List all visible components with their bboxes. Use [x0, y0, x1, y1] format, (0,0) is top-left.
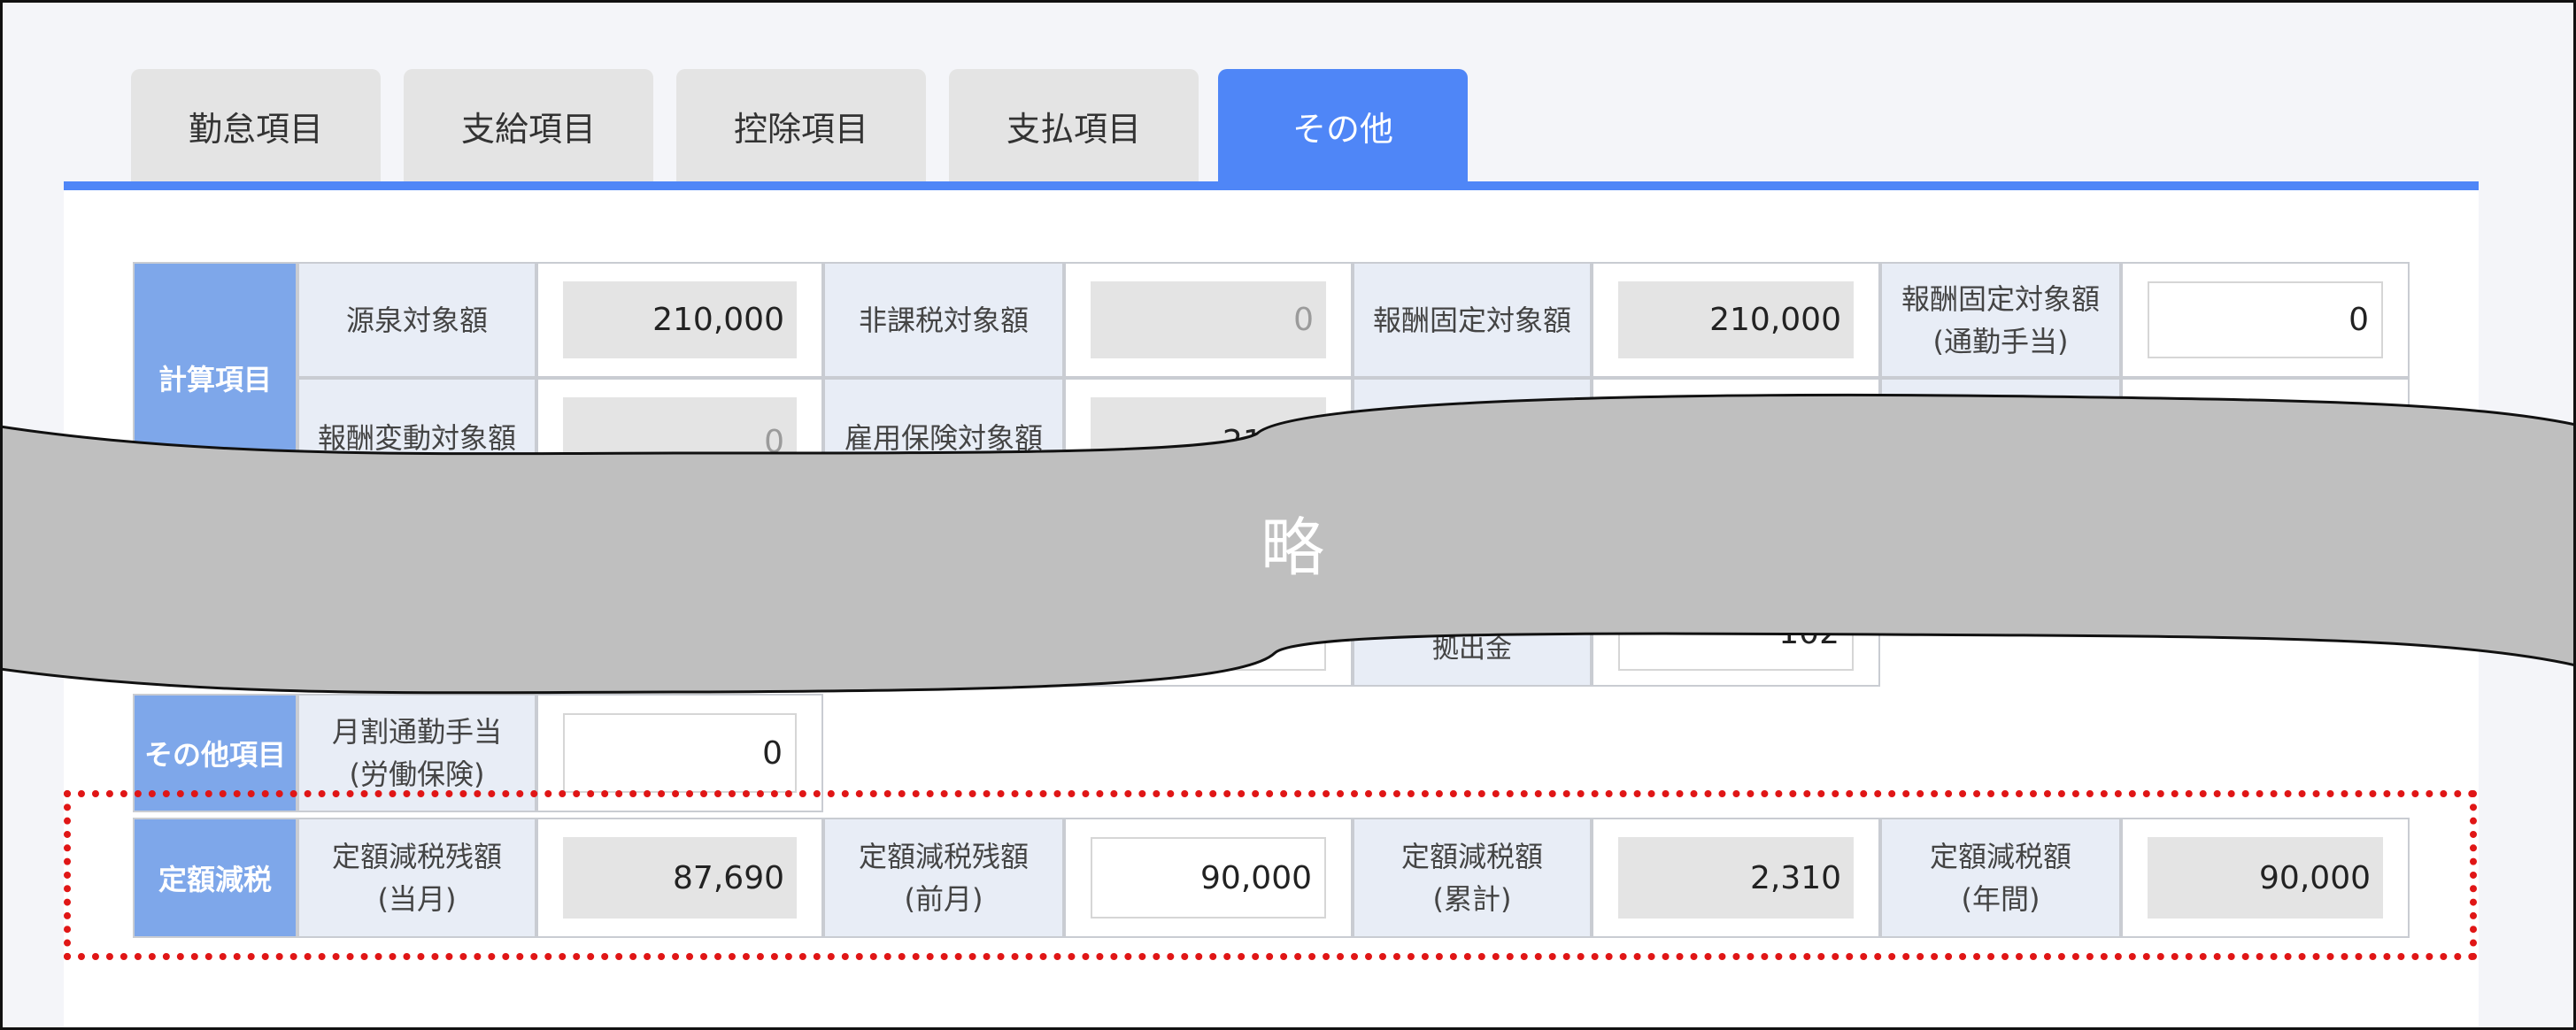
omission-label: 略: [1260, 511, 1324, 585]
